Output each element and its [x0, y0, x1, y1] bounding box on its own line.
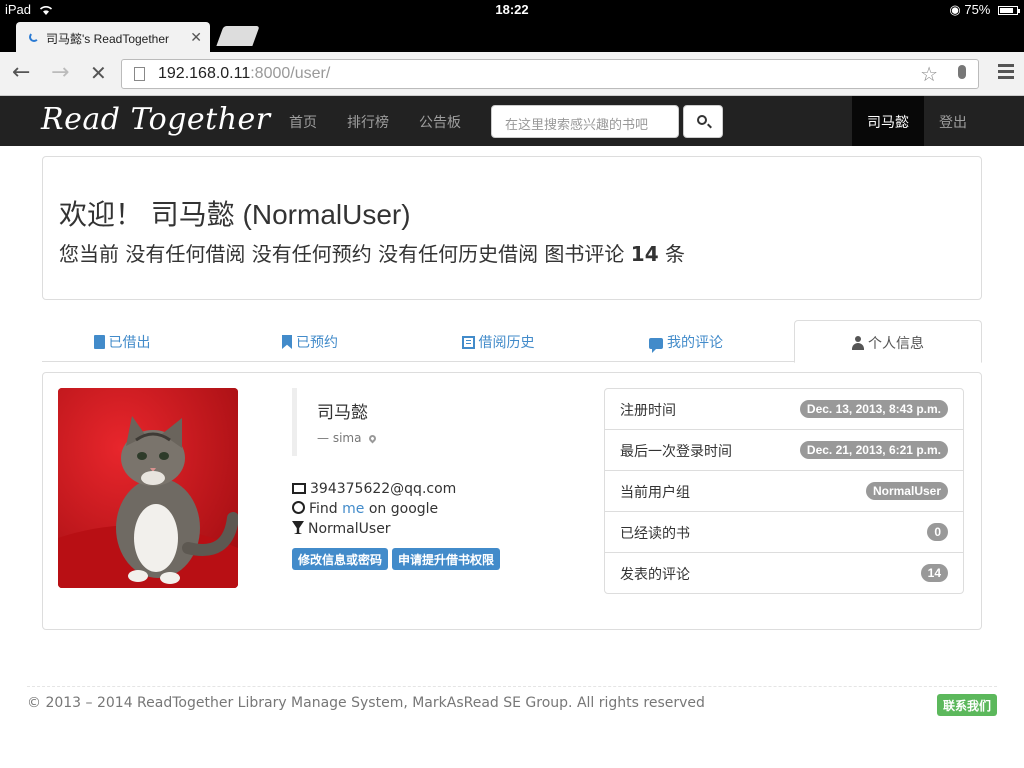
welcome-panel: 欢迎！ 司马懿 (NormalUser) 您当前 没有任何借阅 没有任何预约 没… [42, 156, 982, 300]
list-item: 注册时间 Dec. 13, 2013, 8:43 p.m. [605, 389, 963, 429]
tab-reserved[interactable]: 已预约 [230, 320, 390, 362]
forward-arrow-icon[interactable]: → [51, 62, 69, 84]
list-item: 当前用户组 NormalUser [605, 470, 963, 511]
address-bar[interactable]: 192.168.0.11:8000/user/ ☆ [121, 59, 979, 89]
browser-tab-title: 司马懿's ReadTogether [46, 32, 170, 46]
welcome-summary: 您当前 没有任何借阅 没有任何预约 没有任何历史借阅 图书评论 14 条 [59, 242, 685, 266]
site-navbar: Read Together 首页 排行榜 公告板 在这里搜索感兴趣的书吧 司马懿… [0, 96, 1024, 146]
profile-nickname: — sima [317, 431, 378, 445]
glass-icon [292, 521, 304, 534]
url-host: 192.168.0.11 [158, 65, 251, 82]
user-group-badge: NormalUser [865, 482, 948, 500]
tab-my-comments[interactable]: 我的评论 [606, 320, 766, 362]
browser-toolbar: ← → ✕ 192.168.0.11:8000/user/ ☆ [0, 52, 1024, 96]
profile-group: NormalUser [308, 521, 391, 537]
nav-ranking[interactable]: 排行榜 [347, 112, 389, 132]
comment-count: 14 [630, 242, 659, 266]
clock: 18:22 [495, 2, 529, 17]
url-path: :8000/user/ [250, 65, 331, 82]
close-tab-icon[interactable]: ✕ [190, 29, 202, 46]
nav-notice-board[interactable]: 公告板 [419, 112, 461, 132]
profile-panel: 司马懿 — sima 394375622@qq.com Find me on g… [42, 372, 982, 630]
page-icon [134, 67, 145, 81]
loading-spinner-icon [29, 32, 39, 42]
book-search-input[interactable]: 在这里搜索感兴趣的书吧 [491, 105, 679, 138]
footer-divider [27, 686, 997, 687]
bookmark-icon [282, 335, 292, 349]
email-row: 394375622@qq.com [292, 479, 456, 499]
registered-at-badge: Dec. 13, 2013, 8:43 p.m. [799, 400, 948, 418]
user-stats-list: 注册时间 Dec. 13, 2013, 8:43 p.m. 最后一次登录时间 D… [604, 388, 964, 594]
browser-menu-icon[interactable] [998, 64, 1014, 82]
ios-status-bar: iPad 18:22 ◉ 75% [0, 0, 1024, 20]
last-login-badge: Dec. 21, 2013, 6:21 p.m. [799, 441, 948, 459]
google-link[interactable]: me [342, 501, 364, 517]
contact-us-button[interactable]: 联系我们 [937, 694, 998, 716]
rotation-lock-icon: ◉ [949, 2, 961, 17]
kitten-avatar-image [58, 388, 238, 588]
globe-icon [292, 501, 305, 514]
tab-borrowed[interactable]: 已借出 [42, 320, 202, 362]
nav-home[interactable]: 首页 [289, 112, 317, 132]
tab-history[interactable]: 借阅历史 [418, 320, 578, 362]
comment-icon [649, 338, 663, 353]
user-icon [852, 336, 864, 350]
envelope-icon [292, 483, 306, 494]
list-item: 发表的评论 14 [605, 552, 963, 593]
user-blockquote: 司马懿 — sima [292, 388, 378, 456]
map-marker-icon [367, 433, 378, 444]
battery-icon [998, 6, 1020, 15]
bookmark-star-icon[interactable]: ☆ [920, 62, 938, 87]
nav-logout[interactable]: 登出 [939, 112, 967, 132]
avatar [58, 388, 238, 588]
group-row: NormalUser [292, 519, 456, 539]
google-row: Find me on google [292, 499, 456, 519]
list-item: 最后一次登录时间 Dec. 21, 2013, 6:21 p.m. [605, 429, 963, 470]
list-icon [461, 336, 475, 349]
welcome-heading: 欢迎！ 司马懿 (NormalUser) [59, 199, 411, 230]
tab-profile[interactable]: 个人信息 [794, 320, 982, 363]
search-icon [697, 115, 707, 125]
browser-tab[interactable]: 司马懿's ReadTogether ✕ [16, 22, 210, 52]
battery-percent: 75% [964, 2, 991, 17]
brand-logo[interactable]: Read Together [41, 102, 271, 137]
microphone-icon[interactable] [958, 65, 966, 79]
new-tab-button[interactable] [216, 26, 260, 46]
browser-tab-strip: 司马懿's ReadTogether ✕ [0, 20, 1024, 52]
profile-email: 394375622@qq.com [310, 481, 457, 497]
back-arrow-icon[interactable]: ← [12, 62, 30, 84]
books-read-badge: 0 [927, 523, 948, 541]
user-tabs: 已借出 已预约 借阅历史 我的评论 个人信息 [42, 320, 982, 363]
profile-name: 司马懿 [317, 403, 368, 423]
list-item: 已经读的书 0 [605, 511, 963, 552]
stop-loading-icon[interactable]: ✕ [90, 62, 107, 84]
nav-current-user[interactable]: 司马懿 [852, 96, 924, 146]
footer-copyright: © 2013 – 2014 ReadTogether Library Manag… [27, 695, 705, 711]
book-icon [93, 335, 105, 349]
edit-profile-button[interactable]: 修改信息或密码 [292, 548, 389, 570]
contact-info: 394375622@qq.com Find me on google Norma… [292, 479, 456, 539]
comments-badge: 14 [920, 564, 948, 582]
request-upgrade-button[interactable]: 申请提升借书权限 [392, 548, 501, 570]
search-button[interactable] [683, 105, 723, 138]
